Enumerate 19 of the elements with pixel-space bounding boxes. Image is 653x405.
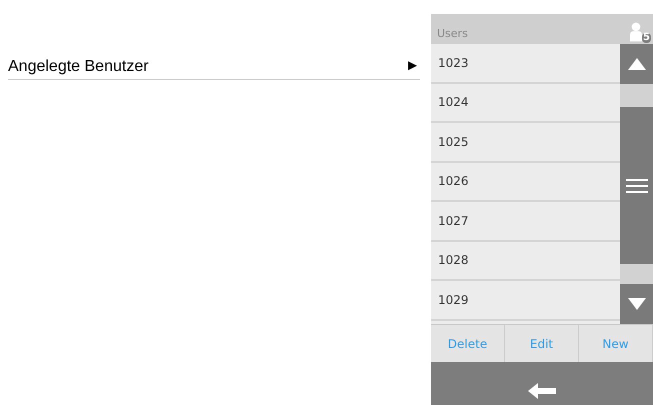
arrow-up-icon bbox=[628, 58, 646, 70]
user-row[interactable]: 1024 bbox=[431, 84, 620, 123]
arrow-left-icon bbox=[528, 383, 556, 399]
user-row[interactable]: 1023 bbox=[431, 44, 620, 84]
scroll-thumb[interactable] bbox=[620, 107, 653, 264]
arrow-down-icon bbox=[628, 298, 646, 310]
user-count-badge: 5 bbox=[642, 33, 651, 43]
arrow-icon: ► bbox=[405, 55, 420, 78]
panel-title: Users bbox=[437, 26, 468, 42]
user-row[interactable]: 1025 bbox=[431, 123, 620, 162]
scroll-up-button[interactable] bbox=[620, 44, 653, 84]
user-row[interactable]: 1028 bbox=[431, 242, 620, 281]
scroll-down-button[interactable] bbox=[620, 284, 653, 324]
grip-icon bbox=[626, 178, 648, 192]
user-row[interactable]: 1027 bbox=[431, 202, 620, 242]
user-row[interactable]: 1029 bbox=[431, 281, 620, 320]
menu-item[interactable]: Angelegte Benutzer ► bbox=[8, 56, 420, 80]
user-row[interactable]: 1026 bbox=[431, 162, 620, 202]
user-icon bbox=[630, 21, 642, 43]
